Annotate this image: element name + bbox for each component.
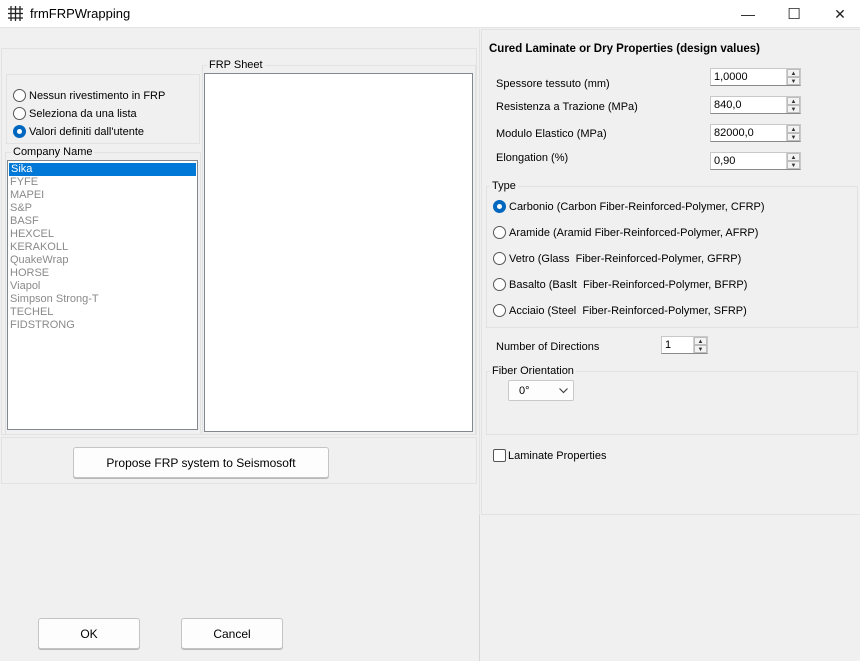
- grid-app-icon: [8, 6, 23, 21]
- spin-arrows[interactable]: ▲ ▼: [786, 97, 800, 113]
- list-item[interactable]: HEXCEL: [8, 228, 197, 241]
- modulus-spin[interactable]: 82000,0 ▲ ▼: [710, 124, 801, 142]
- spin-up-icon[interactable]: ▲: [694, 337, 707, 345]
- cancel-button[interactable]: Cancel: [181, 618, 283, 649]
- orientation-value: 0°: [519, 385, 530, 397]
- radio-type-glass[interactable]: Vetro (Glass Fiber-Reinforced-Polymer, G…: [493, 252, 741, 265]
- modulus-value: 82000,0: [714, 127, 754, 139]
- elongation-value: 0,90: [714, 155, 736, 167]
- spin-arrows[interactable]: ▲ ▼: [786, 69, 800, 85]
- spin-down-icon[interactable]: ▼: [787, 77, 800, 85]
- frp-sheet-listbox[interactable]: [204, 73, 473, 432]
- radio-type-steel[interactable]: Acciaio (Steel Fiber-Reinforced-Polymer,…: [493, 304, 747, 317]
- ok-button[interactable]: OK: [38, 618, 140, 649]
- directions-spin[interactable]: 1 ▲ ▼: [661, 336, 708, 354]
- radio-label: Basalto (Baslt Fiber-Reinforced-Polymer,…: [509, 278, 748, 291]
- radio-label: Nessun rivestimento in FRP: [29, 89, 166, 102]
- list-item[interactable]: FIDSTRONG: [8, 319, 197, 332]
- radio-type-carbon[interactable]: Carbonio (Carbon Fiber-Reinforced-Polyme…: [493, 200, 765, 213]
- radio-type-basalt[interactable]: Basalto (Baslt Fiber-Reinforced-Polymer,…: [493, 278, 747, 291]
- spin-arrows[interactable]: ▲ ▼: [693, 337, 707, 353]
- radio-user-defined[interactable]: Valori definiti dall'utente: [13, 125, 144, 138]
- maximize-icon: ☐: [787, 6, 801, 23]
- radio-dot: [493, 226, 506, 239]
- radio-label: Aramide (Aramid Fiber-Reinforced-Polymer…: [509, 226, 759, 239]
- field-label-tensile: Resistenza a Trazione (MPa): [496, 101, 638, 113]
- radio-dot: [493, 252, 506, 265]
- company-listbox[interactable]: Sika FYFE MAPEI S&P BASF HEXCEL KERAKOLL…: [7, 160, 198, 430]
- thickness-value: 1,0000: [714, 71, 748, 83]
- radio-label: Acciaio (Steel Fiber-Reinforced-Polymer,…: [509, 304, 747, 317]
- radio-label: Seleziona da una lista: [29, 107, 137, 120]
- radio-dot: [13, 89, 26, 102]
- frp-sheet-label: FRP Sheet: [207, 59, 265, 71]
- list-item[interactable]: MAPEI: [8, 189, 197, 202]
- directions-label: Number of Directions: [496, 341, 600, 353]
- propose-frp-button[interactable]: Propose FRP system to Seismosoft: [73, 447, 329, 478]
- spin-down-icon[interactable]: ▼: [787, 105, 800, 113]
- list-item[interactable]: Sika: [9, 163, 196, 176]
- radio-dot: [493, 278, 506, 291]
- directions-value: 1: [665, 339, 672, 351]
- list-item[interactable]: HORSE: [8, 267, 197, 280]
- spin-down-icon[interactable]: ▼: [787, 161, 800, 169]
- radio-dot: [493, 304, 506, 317]
- close-button[interactable]: ✕: [817, 0, 860, 28]
- list-item[interactable]: KERAKOLL: [8, 241, 197, 254]
- laminate-properties-checkbox[interactable]: [493, 449, 506, 462]
- list-item[interactable]: FYFE: [8, 176, 197, 189]
- radio-dot-selected: [493, 200, 506, 213]
- laminate-properties-label[interactable]: Laminate Properties: [508, 450, 606, 462]
- type-label: Type: [490, 180, 518, 192]
- tensile-spin[interactable]: 840,0 ▲ ▼: [710, 96, 801, 114]
- radio-label: Vetro (Glass Fiber-Reinforced-Polymer, G…: [509, 252, 742, 265]
- spin-up-icon[interactable]: ▲: [787, 69, 800, 77]
- close-icon: ✕: [834, 5, 846, 22]
- left-divider: [479, 29, 480, 515]
- radio-dot: [13, 107, 26, 120]
- fiber-orientation-combo[interactable]: 0°: [508, 380, 574, 401]
- elongation-spin[interactable]: 0,90 ▲ ▼: [710, 152, 801, 170]
- list-item[interactable]: Simpson Strong-T: [8, 293, 197, 306]
- maximize-button[interactable]: ☐: [771, 0, 817, 28]
- minimize-button[interactable]: —: [725, 0, 771, 28]
- spin-arrows[interactable]: ▲ ▼: [786, 153, 800, 169]
- company-name-label: Company Name: [11, 146, 95, 158]
- radio-label: Valori definiti dall'utente: [29, 125, 145, 138]
- properties-heading: Cured Laminate or Dry Properties (design…: [489, 43, 760, 55]
- spin-down-icon[interactable]: ▼: [694, 345, 707, 353]
- title-bar: frmFRPWrapping — ☐ ✕: [0, 0, 860, 28]
- radio-dot-selected: [13, 125, 26, 138]
- radio-type-aramid[interactable]: Aramide (Aramid Fiber-Reinforced-Polymer…: [493, 226, 758, 239]
- fiber-orientation-label: Fiber Orientation: [490, 365, 576, 377]
- chevron-down-icon: [559, 388, 568, 394]
- spin-arrows[interactable]: ▲ ▼: [786, 125, 800, 141]
- right-bottom-area: [479, 515, 480, 661]
- window-title: frmFRPWrapping: [30, 6, 131, 21]
- spin-up-icon[interactable]: ▲: [787, 125, 800, 133]
- list-item[interactable]: Viapol: [8, 280, 197, 293]
- minimize-icon: —: [741, 6, 755, 22]
- field-label-thickness: Spessore tessuto (mm): [496, 78, 610, 90]
- radio-label: Carbonio (Carbon Fiber-Reinforced-Polyme…: [509, 200, 765, 213]
- spin-down-icon[interactable]: ▼: [787, 133, 800, 141]
- spin-up-icon[interactable]: ▲: [787, 153, 800, 161]
- list-item[interactable]: BASF: [8, 215, 197, 228]
- field-label-elongation: Elongation (%): [496, 152, 569, 164]
- list-item[interactable]: QuakeWrap: [8, 254, 197, 267]
- radio-no-coating[interactable]: Nessun rivestimento in FRP: [13, 89, 165, 102]
- tensile-value: 840,0: [714, 99, 742, 111]
- spin-up-icon[interactable]: ▲: [787, 97, 800, 105]
- list-item[interactable]: TECHEL: [8, 306, 197, 319]
- thickness-spin[interactable]: 1,0000 ▲ ▼: [710, 68, 801, 86]
- field-label-modulus: Modulo Elastico (MPa): [496, 128, 607, 140]
- list-item[interactable]: S&P: [8, 202, 197, 215]
- radio-select-from-list[interactable]: Seleziona da una lista: [13, 107, 137, 120]
